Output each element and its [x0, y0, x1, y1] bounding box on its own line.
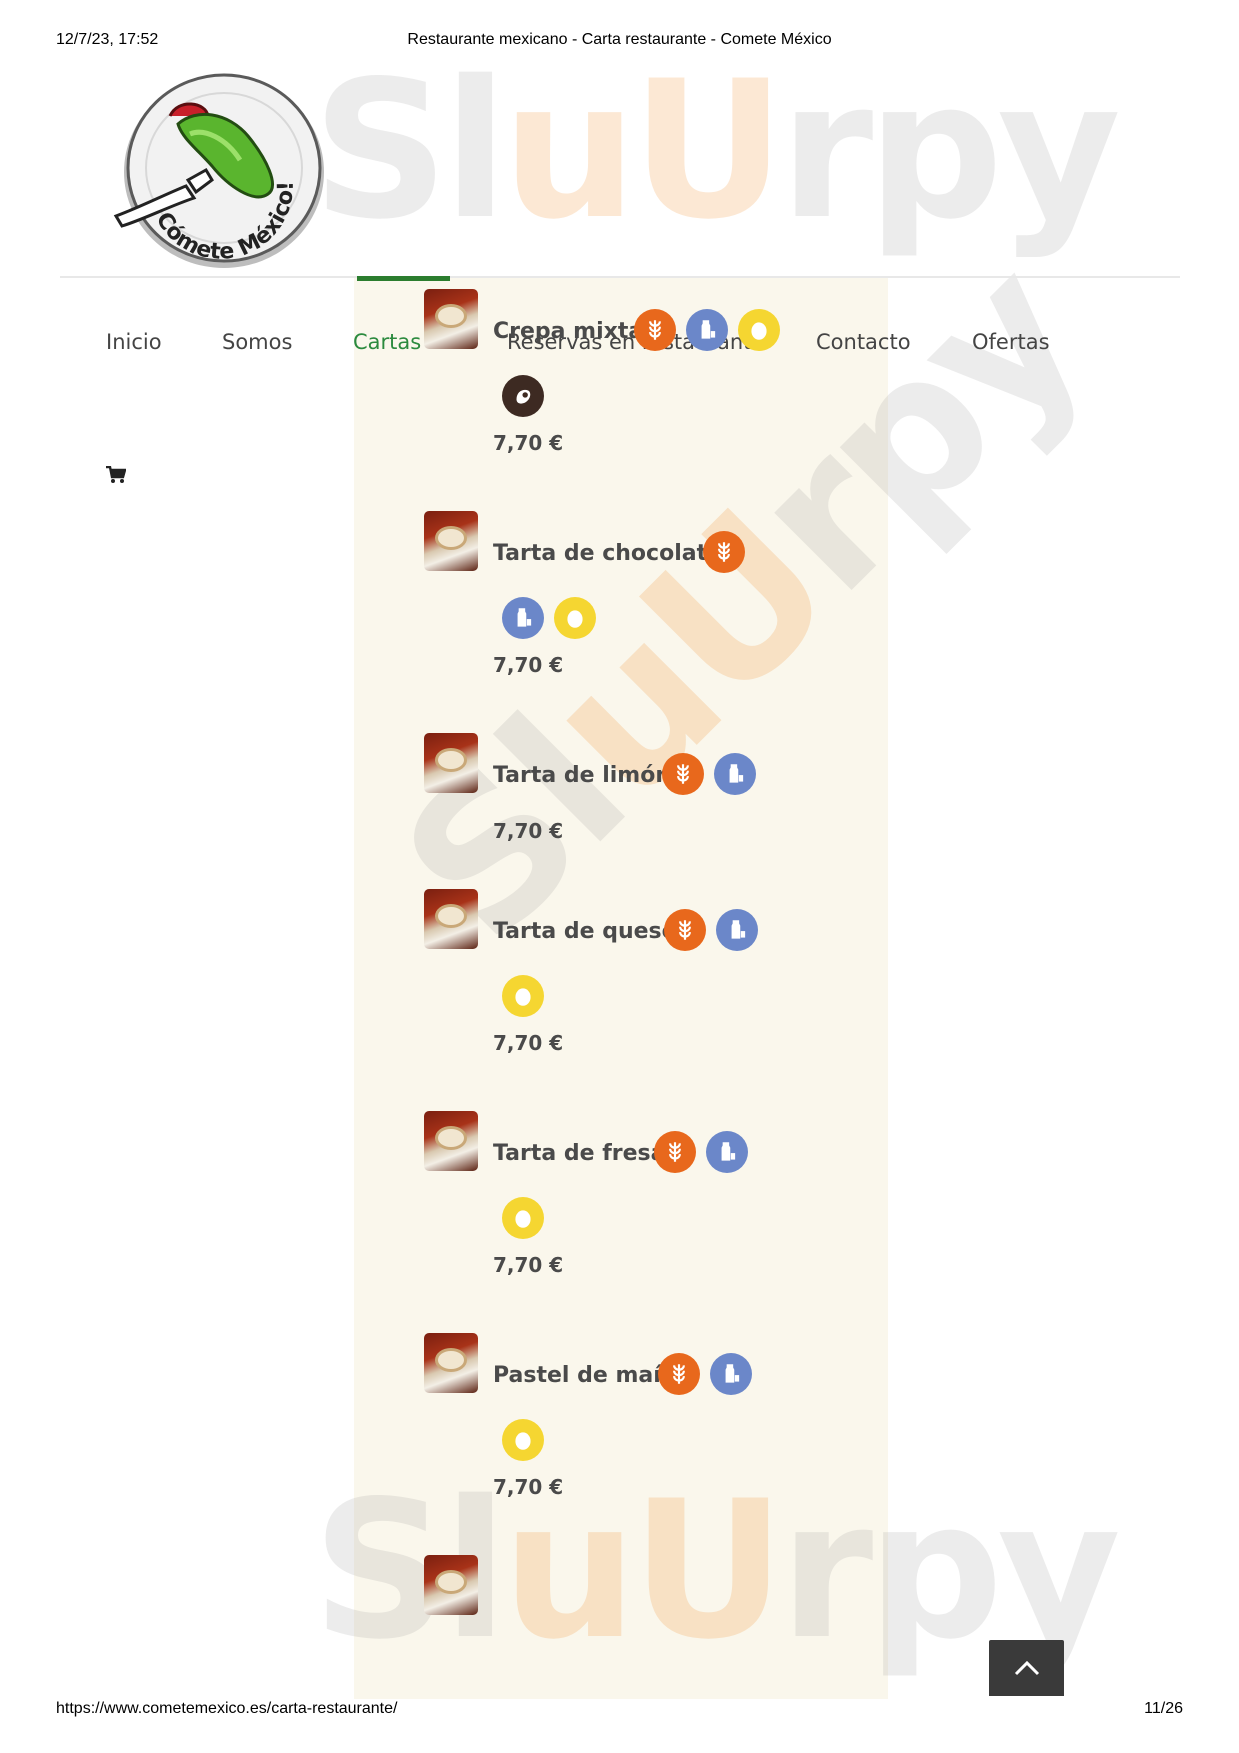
dish-price: 7,70 €	[493, 431, 564, 455]
milk-icon	[706, 1131, 748, 1173]
dish-name: Tarta de fresa	[493, 1141, 666, 1166]
print-url: https://www.cometemexico.es/carta-restau…	[56, 1700, 398, 1717]
milk-icon	[710, 1353, 752, 1395]
header-divider	[60, 276, 1180, 278]
active-nav-indicator	[357, 276, 450, 281]
cart-icon[interactable]	[106, 466, 126, 484]
dish-name: Pastel de maíz	[493, 1363, 674, 1388]
egg-icon	[738, 309, 780, 351]
dish-name: Tarta de queso	[493, 919, 677, 944]
egg-icon	[554, 597, 596, 639]
dish-price: 7,70 €	[493, 819, 564, 843]
egg-icon	[502, 1197, 544, 1239]
milk-icon	[714, 753, 756, 795]
dish-price: 7,70 €	[493, 1253, 564, 1277]
wheat-icon	[703, 531, 745, 573]
egg-icon	[502, 975, 544, 1017]
dish-thumbnail[interactable]	[424, 511, 478, 571]
milk-icon	[686, 309, 728, 351]
wheat-icon	[654, 1131, 696, 1173]
content-panel	[354, 277, 888, 1699]
wheat-icon	[634, 309, 676, 351]
dish-thumbnail[interactable]	[424, 1333, 478, 1393]
milk-icon	[502, 597, 544, 639]
dish-name: Tarta de limón	[493, 763, 671, 788]
dish-thumbnail[interactable]	[424, 289, 478, 349]
dish-thumbnail[interactable]	[424, 733, 478, 793]
site-logo[interactable]: Cómete México!	[108, 68, 328, 268]
wheat-icon	[658, 1353, 700, 1395]
milk-icon	[716, 909, 758, 951]
wheat-icon	[662, 753, 704, 795]
wheat-icon	[664, 909, 706, 951]
nut-icon	[502, 375, 544, 417]
chevron-up-icon	[1014, 1660, 1039, 1676]
dish-thumbnail[interactable]	[424, 1111, 478, 1171]
print-page-number: 11/26	[1144, 1700, 1183, 1717]
nav-item-somos[interactable]: Somos	[222, 330, 292, 354]
egg-icon	[502, 1419, 544, 1461]
nav-item-inicio[interactable]: Inicio	[106, 330, 162, 354]
nav-item-ofertas[interactable]: Ofertas	[972, 330, 1050, 354]
dish-price: 7,70 €	[493, 653, 564, 677]
dish-price: 7,70 €	[493, 1031, 564, 1055]
dish-name: Crepa mixta	[493, 319, 644, 344]
nav-item-cartas[interactable]: Cartas	[353, 330, 421, 354]
dish-name: Tarta de chocolate	[493, 541, 723, 566]
dish-thumbnail[interactable]	[424, 1555, 478, 1615]
nav-item-contacto[interactable]: Contacto	[816, 330, 911, 354]
watermark: SluUrpy	[312, 40, 1121, 261]
dish-price: 7,70 €	[493, 1475, 564, 1499]
dish-thumbnail[interactable]	[424, 889, 478, 949]
print-title: Restaurante mexicano - Carta restaurante…	[407, 31, 832, 48]
back-to-top-button[interactable]	[989, 1640, 1064, 1696]
